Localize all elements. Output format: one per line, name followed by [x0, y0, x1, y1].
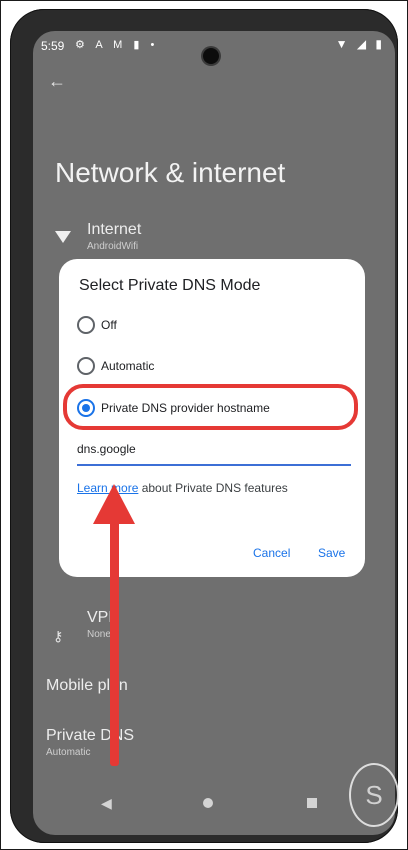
mail-icon: M	[113, 39, 127, 51]
option-off-label: Off	[101, 318, 117, 332]
radio-off[interactable]	[77, 316, 95, 334]
nav-back-icon[interactable]: ◀	[101, 795, 112, 812]
battery-saver-icon: ▮	[133, 39, 144, 51]
radio-automatic[interactable]	[77, 357, 95, 375]
screenshot-frame: 5:59 ⚙ A M ▮ • ▼ ◢ ▮ ← Network & interne…	[0, 0, 408, 850]
annotation-arrow-head	[93, 484, 135, 524]
nav-home-icon[interactable]	[203, 798, 213, 808]
option-automatic[interactable]: Automatic	[77, 357, 154, 375]
learn-more-rest: about Private DNS features	[138, 481, 288, 495]
page-title: Network & internet	[55, 157, 286, 188]
annotation-highlight-oval	[63, 384, 358, 430]
settings-item-private-dns[interactable]: Private DNS Automatic	[46, 727, 134, 758]
navigation-bar: ◀	[33, 783, 395, 823]
watermark-logo: S	[349, 763, 399, 827]
dot-icon: •	[150, 39, 159, 51]
annotation-arrow-shaft	[110, 516, 119, 766]
dialog-title: Select Private DNS Mode	[79, 277, 261, 294]
save-button[interactable]: Save	[318, 546, 345, 560]
private-dns-sublabel: Automatic	[46, 747, 91, 758]
hostname-input[interactable]: dns.google	[77, 442, 351, 466]
cancel-button[interactable]: Cancel	[253, 546, 290, 560]
option-off[interactable]: Off	[77, 316, 117, 334]
vpn-key-icon: ⚷	[53, 628, 64, 644]
internet-sublabel: AndroidWifi	[87, 241, 139, 252]
settings-item-internet[interactable]: Internet AndroidWifi	[87, 221, 141, 252]
status-right-icons: ▼ ◢ ▮	[336, 37, 385, 51]
phone-screen: 5:59 ⚙ A M ▮ • ▼ ◢ ▮ ← Network & interne…	[33, 31, 395, 835]
private-dns-dialog: Select Private DNS Mode Off Automatic Pr…	[59, 259, 365, 577]
status-icons: ⚙ A M ▮ •	[75, 38, 158, 51]
internet-label: Internet	[87, 221, 142, 238]
back-arrow-icon[interactable]: ←	[48, 71, 66, 92]
gear-icon: ⚙	[75, 39, 89, 51]
nav-recents-icon[interactable]	[307, 798, 317, 808]
translate-icon: A	[95, 39, 107, 51]
status-time: 5:59	[41, 39, 65, 53]
battery-icon: ▮	[375, 37, 385, 51]
signal-icon: ◢	[356, 37, 370, 51]
option-automatic-label: Automatic	[101, 359, 155, 373]
private-dns-label: Private DNS	[46, 727, 135, 744]
wifi-icon: ▼	[335, 37, 351, 51]
wifi-icon	[55, 231, 71, 243]
camera-cutout	[203, 48, 219, 64]
